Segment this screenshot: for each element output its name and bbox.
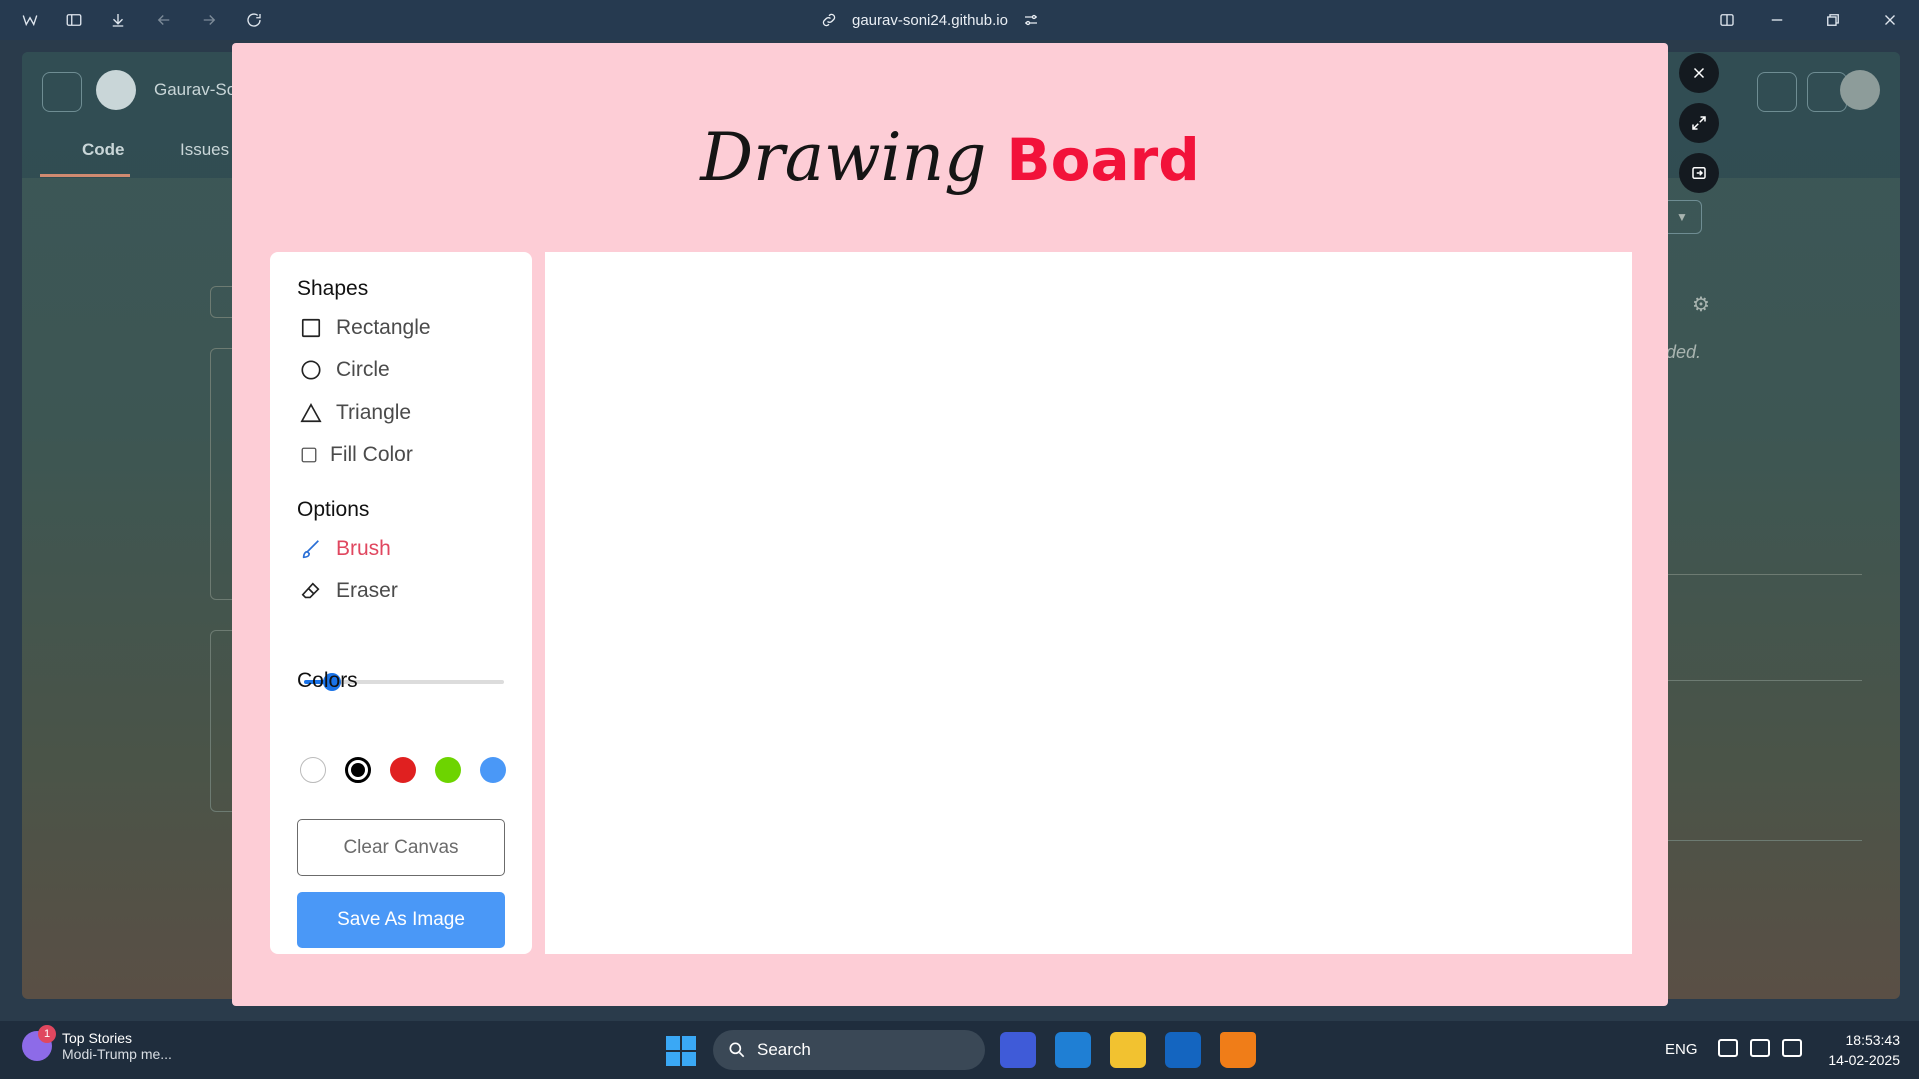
search-label: Search (757, 1040, 811, 1059)
tools-panel: Shapes Rectangle Circle Triangle Fill Co… (270, 252, 532, 954)
start-button[interactable] (666, 1036, 696, 1066)
browser-app-icon[interactable] (1000, 1032, 1036, 1068)
color-swatch[interactable] (390, 757, 416, 783)
outlook-app-icon[interactable] (1165, 1032, 1201, 1068)
url-text: gaurav-soni24.github.io (852, 11, 1008, 29)
section-colors: Colors (297, 669, 358, 692)
windows-logo-pane (666, 1052, 680, 1066)
tool-triangle[interactable]: Triangle (300, 398, 411, 428)
minimize-icon[interactable] (1765, 8, 1789, 32)
expand-button[interactable] (1679, 103, 1719, 143)
color-palette (300, 757, 506, 783)
split-view-icon[interactable] (1715, 8, 1739, 32)
brush-icon (302, 540, 319, 559)
tool-label: Triangle (336, 401, 412, 424)
color-swatch[interactable] (480, 757, 506, 783)
battery-icon[interactable] (1782, 1039, 1802, 1057)
time-text: 18:53:43 (1845, 1032, 1901, 1048)
tool-label: Eraser (336, 579, 398, 602)
eraser-icon (301, 582, 320, 599)
network-icon[interactable] (1718, 1039, 1738, 1057)
news-badge: 1 (38, 1025, 56, 1043)
search-icon (729, 1042, 745, 1058)
news-widget[interactable]: 1 Top Stories Modi-Trump me... (22, 1025, 172, 1062)
tab-issues: Issues (180, 140, 230, 159)
section-options: Options (297, 498, 370, 521)
tool-eraser[interactable]: Eraser (300, 576, 398, 606)
windows-logo-pane (666, 1036, 680, 1050)
windows-logo-pane (682, 1036, 696, 1050)
language-indicator[interactable]: ENG (1665, 1041, 1698, 1058)
circle-outline-icon (301, 360, 321, 380)
close-window-icon[interactable] (1878, 8, 1902, 32)
close-icon (1693, 67, 1705, 79)
download-icon[interactable] (106, 8, 130, 32)
clear-canvas-button[interactable]: Clear Canvas (297, 819, 505, 876)
pull-requests-button (1757, 72, 1797, 112)
news-icon: 1 (22, 1025, 56, 1061)
news-title: Top Stories (62, 1030, 133, 1046)
github-logo-icon (96, 70, 136, 110)
close-modal-button[interactable] (1679, 53, 1719, 93)
title-board: Board (1006, 126, 1200, 194)
repo-owner: Gaurav-So (154, 80, 237, 99)
dropdown-chevron-icon: ▼ (1662, 200, 1702, 234)
vlc-app-icon[interactable] (1220, 1032, 1256, 1068)
square-outline-icon (301, 318, 321, 338)
sidebar-toggle-icon[interactable] (62, 8, 86, 32)
title-drawing: Drawing (700, 119, 987, 196)
drawing-board-modal: Drawing Board Shapes Rectangle Circle Tri… (232, 43, 1668, 1006)
forward-icon[interactable] (197, 8, 221, 32)
color-swatch[interactable] (435, 757, 461, 783)
tool-label: Circle (336, 358, 390, 381)
tool-label: Brush (336, 537, 391, 560)
back-icon[interactable] (152, 8, 176, 32)
fill-color-label: Fill Color (330, 443, 413, 466)
news-subtitle: Modi-Trump me... (62, 1046, 172, 1062)
address-bar[interactable]: gaurav-soni24.github.io (820, 8, 1040, 32)
drawing-canvas[interactable] (545, 252, 1632, 954)
tool-rectangle[interactable]: Rectangle (300, 313, 431, 343)
tool-brush[interactable]: Brush (300, 534, 391, 564)
section-shapes: Shapes (297, 277, 369, 300)
clock[interactable]: 18:53:43 14-02-2025 (1812, 1030, 1900, 1070)
taskbar-search[interactable]: Search (713, 1030, 985, 1070)
taskbar: 1 Top Stories Modi-Trump me... Search EN… (0, 1021, 1919, 1079)
divider (1662, 574, 1862, 575)
divider (1662, 680, 1862, 681)
date-text: 14-02-2025 (1828, 1052, 1900, 1068)
site-settings-icon[interactable] (1022, 11, 1040, 29)
restore-icon[interactable] (1821, 8, 1845, 32)
menu-button (42, 72, 82, 112)
windows-logo-pane (682, 1052, 696, 1066)
triangle-outline-icon (300, 403, 322, 423)
color-swatch[interactable] (345, 757, 371, 783)
reload-icon[interactable] (242, 8, 266, 32)
file-explorer-app-icon[interactable] (1110, 1032, 1146, 1068)
expand-icon (1692, 116, 1706, 130)
system-tray[interactable] (1718, 1039, 1802, 1057)
save-image-button[interactable]: Save As Image (297, 892, 505, 948)
avatar (1840, 70, 1880, 110)
tool-circle[interactable]: Circle (300, 355, 390, 385)
gear-icon: ⚙ (1692, 294, 1710, 316)
fill-color-option[interactable]: Fill Color (300, 440, 413, 470)
tab-code: Code (82, 140, 125, 159)
divider (1662, 840, 1862, 841)
open-in-tab-button[interactable] (1679, 153, 1719, 193)
color-swatch[interactable] (300, 757, 326, 783)
vscode-app-icon[interactable] (1055, 1032, 1091, 1068)
open-in-tab-icon (1692, 167, 1706, 179)
browser-toolbar: gaurav-soni24.github.io (0, 0, 1919, 40)
volume-icon[interactable] (1750, 1039, 1770, 1057)
checkbox[interactable] (300, 446, 318, 464)
page-title: Drawing Board (232, 103, 1668, 210)
workspaces-icon[interactable] (18, 8, 42, 32)
link-icon (822, 13, 836, 27)
active-tab-underline (40, 174, 130, 177)
tool-label: Rectangle (336, 316, 431, 339)
